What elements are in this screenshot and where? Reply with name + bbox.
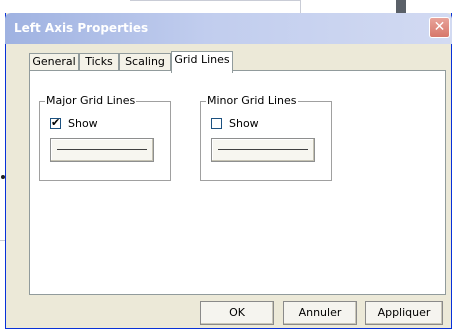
checkbox-label: Show xyxy=(68,116,98,130)
background-line xyxy=(130,0,300,1)
axis-properties-dialog: Left Axis Properties ✕ General Ticks Sca… xyxy=(5,13,452,329)
tab-label: Grid Lines xyxy=(174,53,230,66)
tab-general[interactable]: General xyxy=(29,53,79,71)
close-button[interactable]: ✕ xyxy=(429,17,450,38)
tab-label: Scaling xyxy=(125,55,165,68)
close-icon: ✕ xyxy=(433,19,446,35)
background-line xyxy=(300,0,301,13)
tab-label: Ticks xyxy=(85,55,113,68)
tab-label: General xyxy=(32,55,76,68)
checkbox-label: Show xyxy=(229,116,259,130)
button-label: Annuler xyxy=(298,306,342,319)
apply-button[interactable]: Appliquer xyxy=(365,301,443,325)
group-legend: Minor Grid Lines xyxy=(206,94,298,107)
ok-button[interactable]: OK xyxy=(200,301,274,325)
tab-scaling[interactable]: Scaling xyxy=(119,53,171,71)
minor-show-row[interactable]: Show xyxy=(211,116,259,130)
group-legend: Major Grid Lines xyxy=(45,94,137,107)
button-label: Appliquer xyxy=(377,306,431,319)
major-show-row[interactable]: ✔ Show xyxy=(50,116,98,130)
major-grid-lines-group: Major Grid Lines ✔ Show xyxy=(39,94,171,181)
dialog-title: Left Axis Properties xyxy=(14,21,149,35)
tab-grid-lines[interactable]: Grid Lines xyxy=(171,51,233,73)
checkmark-icon: ✔ xyxy=(51,115,61,129)
line-style-icon xyxy=(218,149,308,150)
minor-line-style-button[interactable] xyxy=(211,138,315,162)
button-label: OK xyxy=(229,306,245,319)
line-style-icon xyxy=(57,149,147,150)
tab-ticks[interactable]: Ticks xyxy=(79,53,119,71)
cancel-button[interactable]: Annuler xyxy=(283,301,357,325)
background-block xyxy=(396,0,406,13)
grid-lines-panel: Major Grid Lines ✔ Show Minor Grid Lines… xyxy=(29,70,446,295)
major-line-style-button[interactable] xyxy=(50,138,154,162)
major-show-checkbox[interactable]: ✔ xyxy=(50,115,61,129)
title-bar[interactable]: Left Axis Properties ✕ xyxy=(5,13,452,44)
minor-grid-lines-group: Minor Grid Lines Show xyxy=(200,94,332,181)
minor-show-checkbox[interactable] xyxy=(211,117,222,129)
